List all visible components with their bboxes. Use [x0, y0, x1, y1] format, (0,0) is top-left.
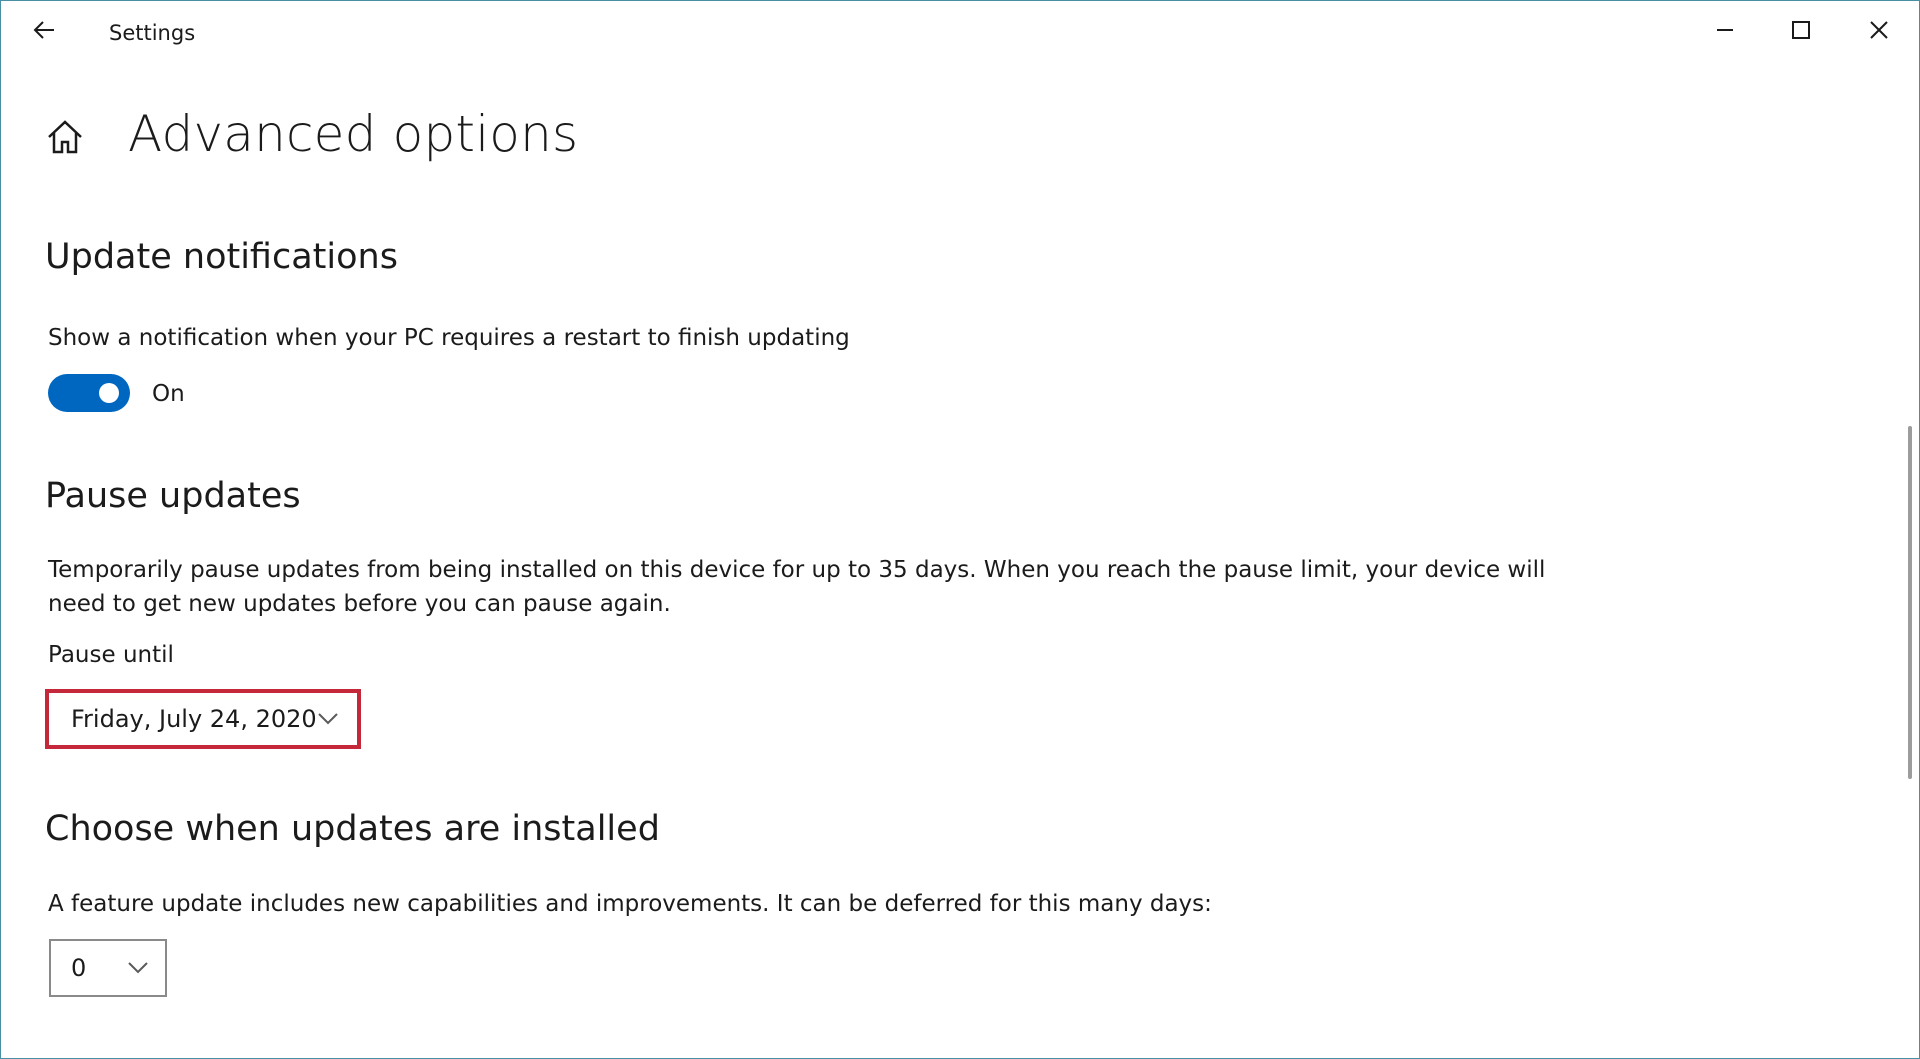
settings-window: Settings Advanced options Update notific…: [0, 0, 1920, 1059]
update-notifications-heading: Update notifications: [45, 237, 398, 277]
close-icon: [1870, 21, 1888, 39]
toggle-knob: [99, 383, 119, 403]
maximize-icon: [1792, 21, 1810, 39]
feature-update-description: A feature update includes new capabiliti…: [48, 891, 1212, 917]
toggle-state-label: On: [152, 381, 185, 407]
chevron-down-icon: [128, 962, 148, 974]
app-title: Settings: [109, 21, 196, 45]
pause-updates-heading: Pause updates: [45, 476, 301, 516]
close-button[interactable]: [1859, 13, 1899, 47]
pause-until-value: Friday, July 24, 2020: [71, 705, 317, 733]
arrow-left-icon: [33, 21, 54, 39]
choose-when-heading: Choose when updates are installed: [45, 809, 660, 849]
pause-until-dropdown[interactable]: Friday, July 24, 2020: [45, 689, 361, 749]
pause-until-label: Pause until: [48, 642, 174, 668]
pause-updates-description-line1: Temporarily pause updates from being ins…: [48, 557, 1546, 583]
update-notifications-description: Show a notification when your PC require…: [48, 325, 850, 351]
back-button[interactable]: [27, 15, 61, 45]
pause-updates-description-line2: need to get new updates before you can p…: [48, 591, 671, 617]
feature-update-defer-dropdown[interactable]: 0: [49, 939, 167, 997]
chevron-down-icon: [318, 713, 338, 725]
restart-notification-toggle[interactable]: [48, 374, 130, 412]
vertical-scrollbar[interactable]: [1908, 426, 1912, 779]
feature-defer-value: 0: [71, 954, 87, 982]
title-bar: Settings: [1, 1, 1919, 61]
home-button[interactable]: [45, 117, 85, 157]
maximize-button[interactable]: [1781, 13, 1821, 47]
page-title: Advanced options: [128, 105, 579, 163]
minimize-icon: [1717, 29, 1733, 31]
minimize-button[interactable]: [1705, 13, 1745, 47]
home-icon: [48, 120, 82, 154]
